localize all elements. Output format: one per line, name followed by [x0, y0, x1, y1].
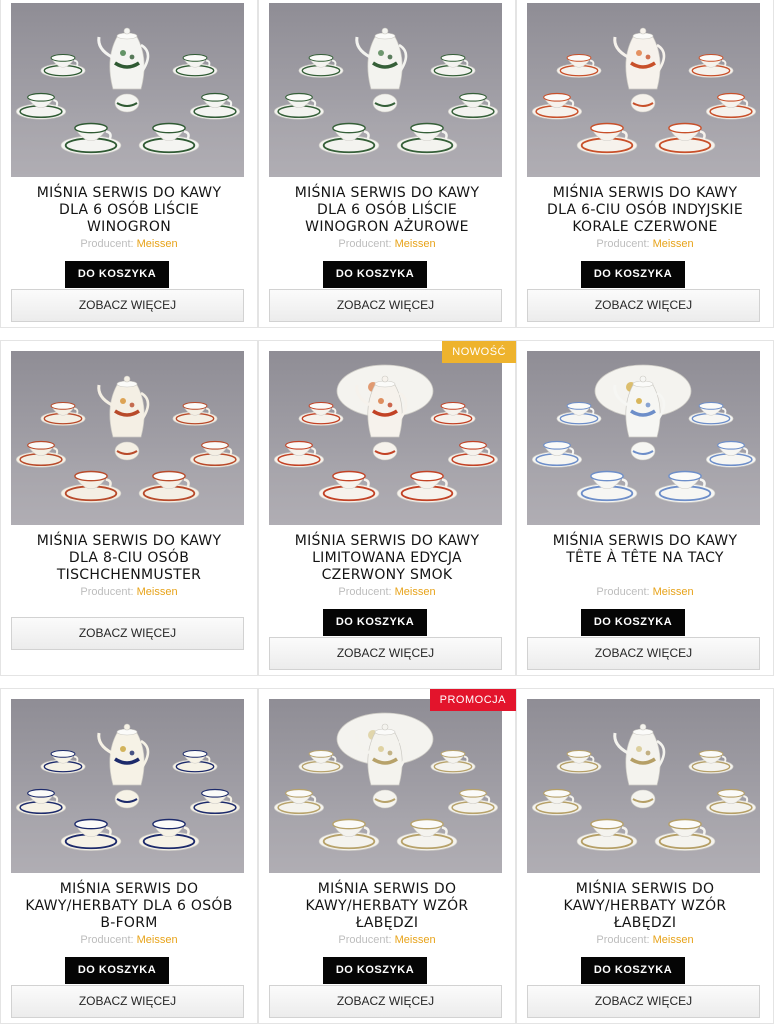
product-photo[interactable]	[11, 3, 244, 177]
producer-line: Producent: Meissen	[1, 586, 257, 598]
producer-line: Producent: Meissen	[517, 238, 773, 250]
producer-label: Producent:	[596, 934, 650, 946]
producer-label: Producent:	[596, 238, 650, 250]
product-card: MIŚNIA SERWIS DO KAWY/HERBATY WZÓR ŁABĘD…	[516, 688, 774, 1024]
producer-brand-link[interactable]: Meissen	[137, 586, 178, 598]
product-title[interactable]: MIŚNIA SERWIS DO KAWY/HERBATY WZÓR ŁABĘD…	[521, 881, 769, 932]
add-to-cart-button[interactable]: DO KOSZYKA	[323, 261, 427, 288]
porcelain-illustration	[269, 712, 502, 873]
view-more-button[interactable]: ZOBACZ WIĘCEJ	[269, 985, 502, 1018]
producer-brand-link[interactable]: Meissen	[395, 934, 436, 946]
producer-brand-link[interactable]: Meissen	[137, 238, 178, 250]
porcelain-illustration	[527, 723, 760, 873]
producer-line: Producent: Meissen	[517, 586, 773, 598]
product-card: NOWOŚĆ MIŚNIA SERWIS DO KAWY LIMITOWANA …	[258, 340, 516, 676]
view-more-button[interactable]: ZOBACZ WIĘCEJ	[269, 637, 502, 670]
porcelain-illustration	[11, 723, 244, 873]
view-more-button[interactable]: ZOBACZ WIĘCEJ	[527, 637, 760, 670]
porcelain-illustration	[527, 27, 760, 177]
product-title[interactable]: MIŚNIA SERWIS DO KAWY/HERBATY DLA 6 OSÓB…	[5, 881, 253, 932]
producer-label: Producent:	[596, 586, 650, 598]
add-to-cart-button[interactable]: DO KOSZYKA	[65, 261, 169, 288]
producer-brand-link[interactable]: Meissen	[653, 586, 694, 598]
view-more-button[interactable]: ZOBACZ WIĘCEJ	[11, 617, 244, 650]
view-more-button[interactable]: ZOBACZ WIĘCEJ	[269, 289, 502, 322]
add-to-cart-button[interactable]: DO KOSZYKA	[65, 957, 169, 984]
porcelain-illustration	[527, 364, 760, 525]
view-more-button[interactable]: ZOBACZ WIĘCEJ	[11, 985, 244, 1018]
producer-brand-link[interactable]: Meissen	[395, 586, 436, 598]
promo-badge: PROMOCJA	[429, 689, 516, 711]
producer-line: Producent: Meissen	[1, 934, 257, 946]
product-card: MIŚNIA SERWIS DO KAWY/HERBATY DLA 6 OSÓB…	[0, 688, 258, 1024]
product-title[interactable]: MIŚNIA SERWIS DO KAWY/HERBATY WZÓR ŁABĘD…	[263, 881, 511, 932]
product-grid: MIŚNIA SERWIS DO KAWY DLA 6 OSÓB LIŚCIE …	[0, 0, 775, 1024]
product-card: MIŚNIA SERWIS DO KAWY DLA 8-CIU OSÓB TIS…	[0, 340, 258, 676]
new-badge: NOWOŚĆ	[442, 341, 516, 363]
product-title[interactable]: MIŚNIA SERWIS DO KAWY DLA 6 OSÓB LIŚCIE …	[5, 185, 253, 236]
producer-brand-link[interactable]: Meissen	[137, 934, 178, 946]
add-to-cart-button[interactable]: DO KOSZYKA	[581, 261, 685, 288]
view-more-button[interactable]: ZOBACZ WIĘCEJ	[527, 289, 760, 322]
producer-brand-link[interactable]: Meissen	[653, 238, 694, 250]
producer-line: Producent: Meissen	[259, 586, 515, 598]
product-title[interactable]: MIŚNIA SERWIS DO KAWY DLA 6-CIU OSÓB IND…	[521, 185, 769, 236]
product-title[interactable]: MIŚNIA SERWIS DO KAWY DLA 8-CIU OSÓB TIS…	[5, 533, 253, 584]
product-photo[interactable]	[527, 351, 760, 525]
product-photo[interactable]	[527, 699, 760, 873]
producer-line: Producent: Meissen	[517, 934, 773, 946]
producer-line: Producent: Meissen	[1, 238, 257, 250]
product-photo[interactable]	[11, 351, 244, 525]
product-card: MIŚNIA SERWIS DO KAWY DLA 6-CIU OSÓB IND…	[516, 0, 774, 328]
porcelain-illustration	[11, 375, 244, 525]
product-photo[interactable]	[11, 699, 244, 873]
producer-line: Producent: Meissen	[259, 238, 515, 250]
producer-label: Producent:	[80, 238, 134, 250]
add-to-cart-button[interactable]: DO KOSZYKA	[581, 957, 685, 984]
producer-label: Producent:	[338, 934, 392, 946]
product-photo[interactable]	[269, 3, 502, 177]
add-to-cart-button[interactable]: DO KOSZYKA	[323, 609, 427, 636]
product-card: MIŚNIA SERWIS DO KAWY DLA 6 OSÓB LIŚCIE …	[0, 0, 258, 328]
product-photo[interactable]	[269, 351, 502, 525]
product-card: MIŚNIA SERWIS DO KAWY TÊTE À TÊTE NA TAC…	[516, 340, 774, 676]
producer-label: Producent:	[338, 238, 392, 250]
view-more-button[interactable]: ZOBACZ WIĘCEJ	[11, 289, 244, 322]
product-card: PROMOCJA MIŚNIA SERWIS DO KAWY/HERBATY W…	[258, 688, 516, 1024]
porcelain-illustration	[269, 27, 502, 177]
producer-line: Producent: Meissen	[259, 934, 515, 946]
product-card: MIŚNIA SERWIS DO KAWY DLA 6 OSÓB LIŚCIE …	[258, 0, 516, 328]
view-more-button[interactable]: ZOBACZ WIĘCEJ	[527, 985, 760, 1018]
porcelain-illustration	[11, 27, 244, 177]
producer-brand-link[interactable]: Meissen	[653, 934, 694, 946]
product-title[interactable]: MIŚNIA SERWIS DO KAWY LIMITOWANA EDYCJA …	[263, 533, 511, 584]
producer-brand-link[interactable]: Meissen	[395, 238, 436, 250]
producer-label: Producent:	[80, 934, 134, 946]
product-title[interactable]: MIŚNIA SERWIS DO KAWY DLA 6 OSÓB LIŚCIE …	[263, 185, 511, 236]
producer-label: Producent:	[338, 586, 392, 598]
porcelain-illustration	[269, 364, 502, 525]
add-to-cart-button[interactable]: DO KOSZYKA	[323, 957, 427, 984]
add-to-cart-button[interactable]: DO KOSZYKA	[581, 609, 685, 636]
product-photo[interactable]	[527, 3, 760, 177]
producer-label: Producent:	[80, 586, 134, 598]
product-title[interactable]: MIŚNIA SERWIS DO KAWY TÊTE À TÊTE NA TAC…	[521, 533, 769, 567]
product-photo[interactable]	[269, 699, 502, 873]
